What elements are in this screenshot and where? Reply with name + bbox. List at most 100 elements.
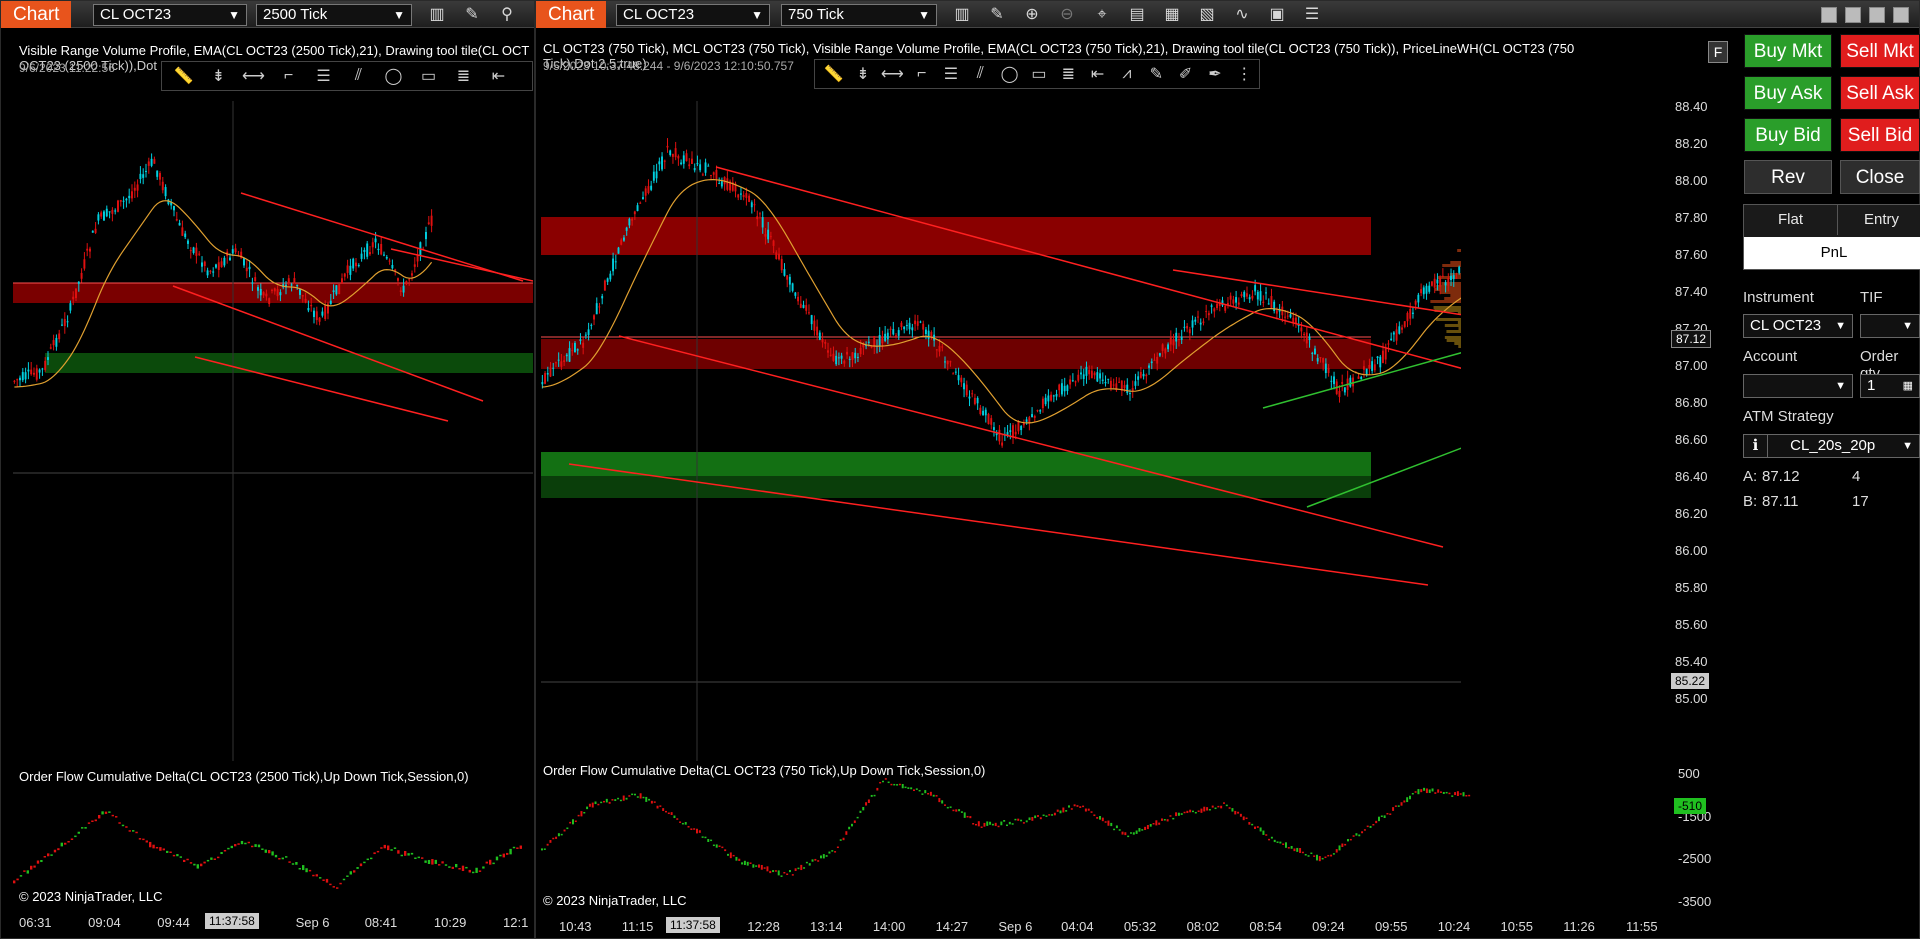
instrument-select[interactable]: CL OCT23 ▼ <box>1743 314 1853 338</box>
candle-body <box>609 273 612 280</box>
crosshair-icon[interactable]: ⌖ <box>1091 5 1113 25</box>
delta-bar <box>1341 843 1344 847</box>
pencil-icon[interactable]: ✎ <box>461 5 483 25</box>
delta-bar <box>932 794 935 797</box>
delta-bar <box>887 781 890 784</box>
order-qty-input[interactable]: 1 ▦ <box>1860 374 1920 398</box>
delta-bar <box>210 857 213 860</box>
delta-bar <box>251 845 254 848</box>
tif-select[interactable]: ▼ <box>1860 314 1920 338</box>
close-position-button[interactable]: Close <box>1840 160 1920 194</box>
delta-bar <box>1127 835 1130 838</box>
candle-body <box>299 289 301 295</box>
left-delta-chart[interactable] <box>13 786 533 906</box>
delta-bar <box>1428 789 1431 793</box>
left-price-chart[interactable] <box>13 41 533 761</box>
ask-size: 4 <box>1852 468 1861 485</box>
delta-bar <box>588 803 591 807</box>
delta-bar <box>667 812 670 815</box>
delta-bar <box>591 802 594 808</box>
candle-body <box>1447 277 1450 286</box>
right-price-chart[interactable] <box>541 41 1461 761</box>
properties-icon[interactable]: ▦ <box>1161 5 1183 25</box>
account-select[interactable]: ▼ <box>1743 374 1853 398</box>
delta-bar <box>1327 854 1330 857</box>
delta-bar <box>839 839 842 841</box>
atm-strategy-select[interactable]: ℹ CL_20s_20p ▼ <box>1743 434 1920 458</box>
delta-bar <box>1397 805 1400 807</box>
candle-body <box>352 258 355 269</box>
delta-bar <box>400 854 403 857</box>
axis-label: 09:04 <box>88 915 121 930</box>
reverse-button[interactable]: Rev <box>1744 160 1832 194</box>
strategies-icon[interactable]: ▧ <box>1196 5 1218 25</box>
zoom-in-icon[interactable]: ⊕ <box>1021 5 1043 25</box>
delta-bar <box>901 784 904 789</box>
right-interval-select[interactable]: 750 Tick ▼ <box>781 4 937 26</box>
delta-bar <box>814 858 817 861</box>
axis-label: 88.00 <box>1675 173 1708 188</box>
sell-ask-button[interactable]: Sell Ask <box>1840 76 1920 110</box>
candle-body <box>38 369 41 373</box>
candle-body <box>557 359 560 361</box>
pencil-icon[interactable]: ✎ <box>986 5 1008 25</box>
bar-type-icon[interactable]: ▥ <box>426 5 448 25</box>
zoom-icon[interactable]: ⚲ <box>496 5 518 25</box>
candle-body <box>1031 414 1033 418</box>
right-instrument-select[interactable]: CL OCT23 ▼ <box>616 4 770 26</box>
buy-market-button[interactable]: Buy Mkt <box>1744 34 1832 68</box>
candle-body <box>854 352 857 359</box>
candle-body <box>1025 419 1028 422</box>
zoom-out-icon[interactable]: ⊖ <box>1056 5 1078 25</box>
buy-ask-button[interactable]: Buy Ask <box>1744 76 1832 110</box>
trendline[interactable] <box>240 192 524 282</box>
candle-body <box>587 329 590 335</box>
delta-bar <box>1445 791 1448 794</box>
profile-bar <box>1442 264 1461 267</box>
axis-label: 13:14 <box>810 919 843 934</box>
bar-type-icon[interactable]: ▥ <box>951 5 973 25</box>
candle-body <box>1324 363 1327 374</box>
minimize-icon[interactable] <box>1821 7 1837 23</box>
candle-body <box>161 181 164 191</box>
maximize-icon[interactable] <box>1845 7 1861 23</box>
axis-label: 04:04 <box>1061 919 1094 934</box>
sell-bid-button[interactable]: Sell Bid <box>1840 118 1920 152</box>
left-instrument-select[interactable]: CL OCT23 ▼ <box>93 4 247 26</box>
delta-bar <box>1076 805 1079 807</box>
candle-body <box>1450 275 1452 280</box>
candle-body <box>1112 384 1115 386</box>
instrument-select-value: CL OCT23 <box>1750 317 1822 334</box>
right-delta-chart[interactable] <box>541 765 1676 900</box>
candle-body <box>1180 336 1183 340</box>
left-chart-tab[interactable]: Chart <box>1 1 72 28</box>
delta-bar <box>856 816 859 819</box>
data-box-icon[interactable]: ▤ <box>1126 5 1148 25</box>
right-chart-tab[interactable]: Chart <box>536 1 607 28</box>
candle-body <box>55 337 58 347</box>
candle-body <box>1406 312 1409 322</box>
candle-body <box>756 216 759 220</box>
delta-bar <box>64 842 67 845</box>
candle-body <box>1303 333 1306 336</box>
candle-body <box>114 210 117 212</box>
candle-body <box>1248 297 1251 300</box>
candle-body <box>1052 395 1055 397</box>
indicators-icon[interactable]: ∿ <box>1231 5 1253 25</box>
close-window-icon[interactable] <box>1893 7 1909 23</box>
candle-body <box>965 384 968 396</box>
candle-body <box>1074 381 1077 383</box>
buy-bid-button[interactable]: Buy Bid <box>1744 118 1832 152</box>
info-icon[interactable]: ℹ <box>1744 435 1768 457</box>
calculator-icon[interactable]: ▦ <box>1903 375 1913 397</box>
sell-market-button[interactable]: Sell Mkt <box>1840 34 1920 68</box>
left-interval-select[interactable]: 2500 Tick ▼ <box>256 4 412 26</box>
candle-body <box>1082 374 1085 379</box>
restore-icon[interactable] <box>1869 7 1885 23</box>
candle-body <box>998 429 1001 442</box>
axis-label: 10:43 <box>559 919 592 934</box>
template-icon[interactable]: ▣ <box>1266 5 1288 25</box>
list-icon[interactable]: ☰ <box>1301 5 1323 25</box>
candle-body <box>234 248 237 253</box>
candle-body <box>761 217 764 228</box>
